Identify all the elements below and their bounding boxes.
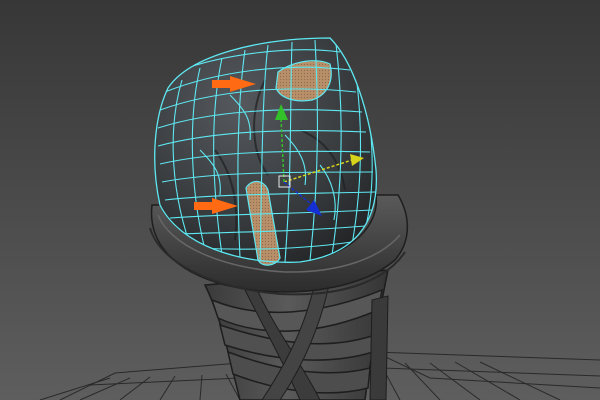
- 3d-viewport[interactable]: [0, 0, 600, 400]
- head-mesh[interactable]: [154, 37, 378, 266]
- viewport-scene[interactable]: [0, 0, 600, 400]
